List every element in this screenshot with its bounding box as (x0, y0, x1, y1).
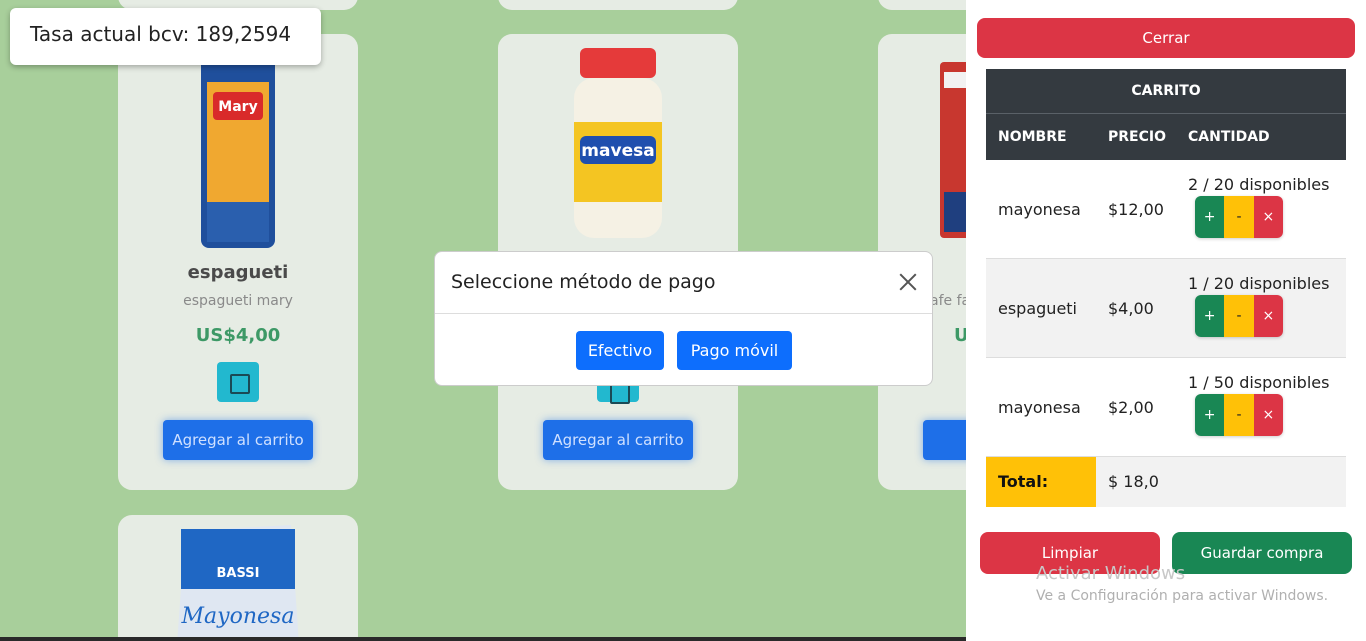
close-icon[interactable] (898, 272, 918, 292)
remove-button[interactable]: × (1253, 196, 1283, 238)
item-name: espagueti (998, 299, 1077, 318)
item-price: $2,00 (1108, 398, 1154, 417)
cart-column-headers: NOMBRE PRECIO CANTIDAD (986, 114, 1346, 160)
quantity-controls: + - × (1195, 394, 1283, 436)
increase-button[interactable]: + (1195, 196, 1225, 238)
modal-header: Seleccione método de pago (435, 252, 932, 314)
quantity-controls: + - × (1195, 295, 1283, 337)
cart-row: mayonesa $2,00 1 / 50 disponibles + - × (986, 358, 1346, 457)
decrease-button[interactable]: - (1224, 394, 1254, 436)
remove-button[interactable]: × (1253, 394, 1283, 436)
cart-panel: Cerrar CARRITO NOMBRE PRECIO CANTIDAD ma… (966, 0, 1366, 641)
cart-header: CARRITO NOMBRE PRECIO CANTIDAD (986, 69, 1346, 160)
modal-body: Efectivo Pago móvil (435, 314, 932, 386)
total-value: $ 18,0 (1096, 457, 1346, 507)
modal-title: Seleccione método de pago (451, 271, 716, 293)
cart-row: espagueti $4,00 1 / 20 disponibles + - × (986, 259, 1346, 358)
cart-row: mayonesa $12,00 2 / 20 disponibles + - × (986, 160, 1346, 259)
mobile-payment-button[interactable]: Pago móvil (677, 331, 792, 370)
cart-table: CARRITO NOMBRE PRECIO CANTIDAD mayonesa … (986, 69, 1346, 507)
item-price: $12,00 (1108, 200, 1164, 219)
payment-method-modal: Seleccione método de pago Efectivo Pago … (434, 251, 933, 386)
decrease-button[interactable]: - (1224, 295, 1254, 337)
remove-button[interactable]: × (1253, 295, 1283, 337)
item-availability: 1 / 20 disponibles (1188, 274, 1330, 293)
quantity-controls: + - × (1195, 196, 1283, 238)
item-price: $4,00 (1108, 299, 1154, 318)
item-availability: 1 / 50 disponibles (1188, 373, 1330, 392)
exchange-rate-box: Tasa actual bcv: 189,2594 (10, 8, 321, 65)
column-qty: CANTIDAD (1188, 129, 1270, 145)
item-name: mayonesa (998, 398, 1081, 417)
cart-total-row: Total: $ 18,0 (986, 457, 1346, 507)
item-availability: 2 / 20 disponibles (1188, 175, 1330, 194)
exchange-rate-label: Tasa actual bcv: 189,2594 (30, 22, 292, 46)
total-label: Total: (986, 457, 1096, 507)
item-name: mayonesa (998, 200, 1081, 219)
column-name: NOMBRE (998, 129, 1067, 145)
windows-activation-subtitle: Ve a Configuración para activar Windows. (1036, 588, 1329, 604)
column-price: PRECIO (1108, 129, 1166, 145)
decrease-button[interactable]: - (1224, 196, 1254, 238)
cash-button[interactable]: Efectivo (576, 331, 664, 370)
increase-button[interactable]: + (1195, 394, 1225, 436)
save-purchase-button[interactable]: Guardar compra (1172, 532, 1352, 574)
cart-title: CARRITO (986, 69, 1346, 114)
windows-activation-title: Activar Windows (1036, 563, 1186, 584)
increase-button[interactable]: + (1195, 295, 1225, 337)
close-cart-button[interactable]: Cerrar (977, 18, 1355, 58)
